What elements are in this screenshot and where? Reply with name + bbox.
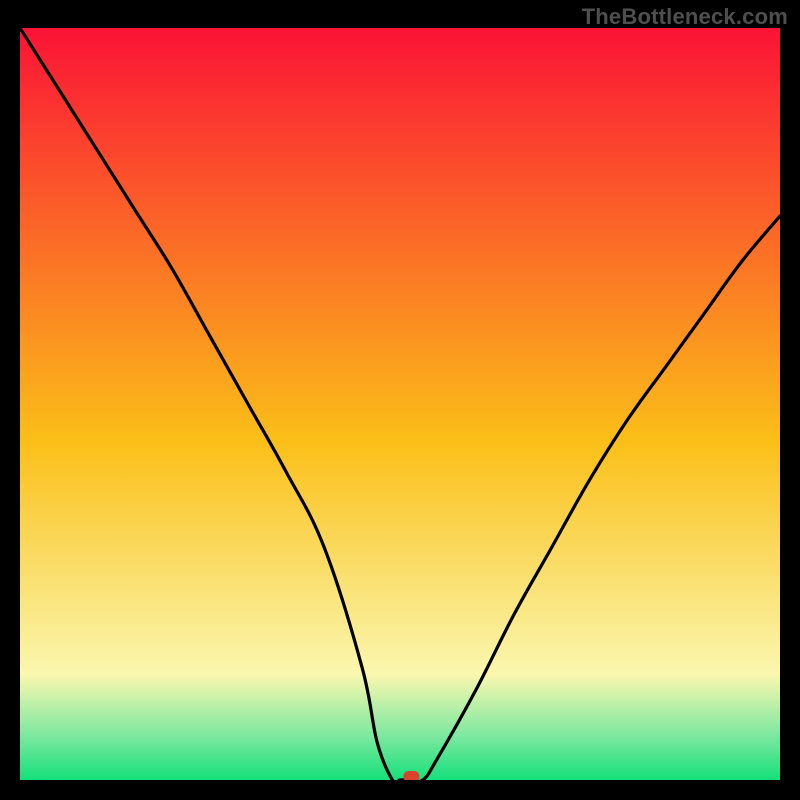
chart-frame: TheBottleneck.com [0, 0, 800, 800]
chart-svg [20, 28, 780, 780]
plot-area [20, 28, 780, 780]
optimal-point-marker [403, 771, 419, 780]
gradient-background [20, 28, 780, 780]
watermark-text: TheBottleneck.com [582, 4, 788, 30]
